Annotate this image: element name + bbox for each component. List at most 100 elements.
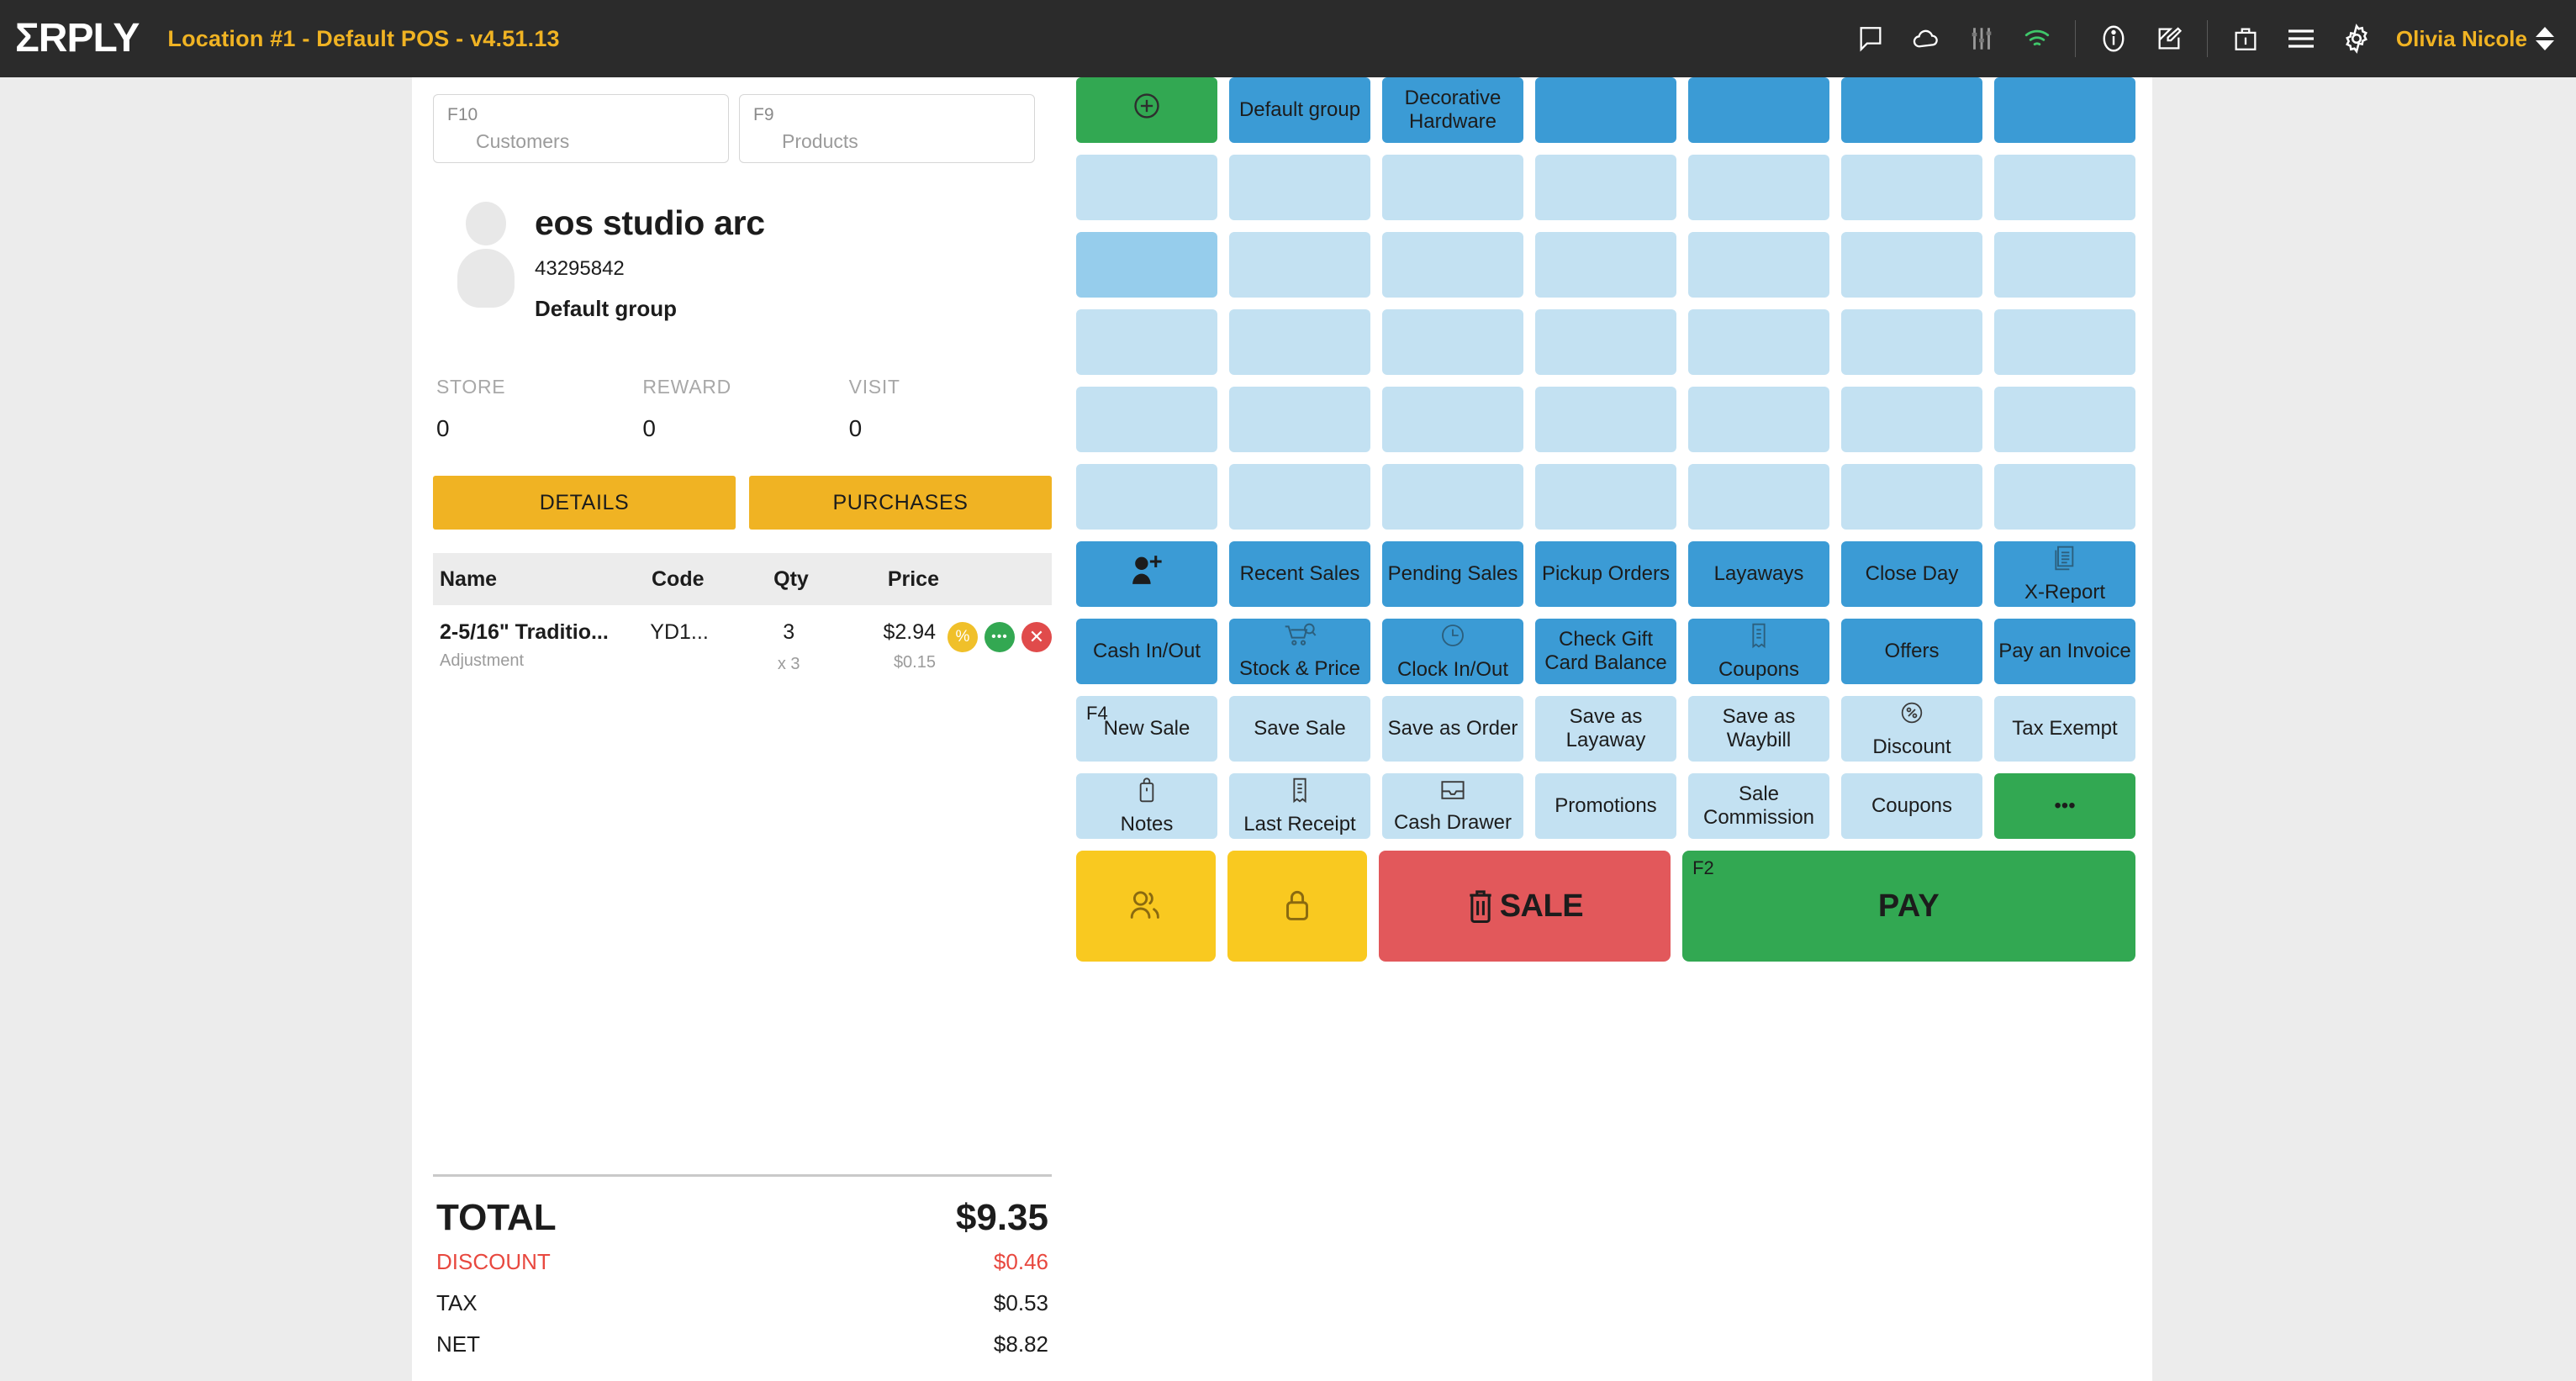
- pay-button[interactable]: F2 PAY: [1682, 851, 2136, 962]
- save-as-order-button[interactable]: Save as Order: [1382, 696, 1523, 762]
- product-slot[interactable]: [1535, 387, 1676, 452]
- product-slot[interactable]: [1229, 232, 1370, 298]
- recent-sales-button[interactable]: Recent Sales: [1229, 541, 1370, 607]
- product-slot[interactable]: [1535, 155, 1676, 220]
- pay-an-invoice-button[interactable]: Pay an Invoice: [1994, 619, 2135, 684]
- product-slot[interactable]: [1535, 464, 1676, 530]
- product-slot[interactable]: [1688, 464, 1829, 530]
- product-slot[interactable]: [1229, 309, 1370, 375]
- products-search-input[interactable]: F9 Products: [739, 94, 1035, 163]
- product-group-decorative-hardware[interactable]: Decorative Hardware: [1382, 77, 1523, 143]
- product-slot[interactable]: [1688, 232, 1829, 298]
- wifi-icon[interactable]: [2009, 0, 2065, 77]
- x-report-button[interactable]: X-Report: [1994, 541, 2135, 607]
- users-button[interactable]: [1076, 851, 1216, 962]
- more-pill-button[interactable]: •••: [984, 622, 1015, 652]
- user-dropdown-arrows[interactable]: [2536, 27, 2554, 50]
- product-slot[interactable]: [1382, 155, 1523, 220]
- product-row: [1076, 155, 2135, 220]
- briefcase-icon[interactable]: [2218, 0, 2273, 77]
- discount-pill-button[interactable]: %: [948, 622, 978, 652]
- product-slot[interactable]: [1841, 309, 1982, 375]
- product-slot[interactable]: [1688, 309, 1829, 375]
- stock-and-price-button[interactable]: Stock & Price: [1229, 619, 1370, 684]
- layaways-button[interactable]: Layaways: [1688, 541, 1829, 607]
- more-functions-button[interactable]: •••: [1994, 773, 2135, 839]
- product-slot[interactable]: [1535, 309, 1676, 375]
- product-slot[interactable]: [1229, 387, 1370, 452]
- void-sale-button[interactable]: SALE: [1378, 851, 1671, 962]
- product-slot[interactable]: [1076, 464, 1217, 530]
- product-slot[interactable]: [1994, 464, 2135, 530]
- close-day-button[interactable]: Close Day: [1841, 541, 1982, 607]
- stat-reward: REWARD 0: [642, 376, 848, 442]
- new-sale-button[interactable]: F4 New Sale: [1076, 696, 1217, 762]
- gear-icon[interactable]: [2329, 0, 2384, 77]
- sale-commission-button[interactable]: Sale Commission: [1688, 773, 1829, 839]
- lock-button[interactable]: [1227, 851, 1367, 962]
- product-slot[interactable]: [1382, 387, 1523, 452]
- product-slot[interactable]: [1688, 387, 1829, 452]
- product-slot-selected[interactable]: [1076, 232, 1217, 298]
- discount-button[interactable]: Discount: [1841, 696, 1982, 762]
- product-slot[interactable]: [1688, 155, 1829, 220]
- product-slot[interactable]: [1229, 464, 1370, 530]
- product-group-default[interactable]: Default group: [1229, 77, 1370, 143]
- menu-icon[interactable]: [2273, 0, 2329, 77]
- product-slot[interactable]: [1841, 464, 1982, 530]
- product-slot[interactable]: [1535, 232, 1676, 298]
- product-group-empty[interactable]: [1841, 77, 1982, 143]
- compose-icon[interactable]: [2141, 0, 2197, 77]
- sliders-icon[interactable]: [1954, 0, 2009, 77]
- details-button[interactable]: DETAILS: [433, 476, 736, 530]
- product-group-empty[interactable]: [1688, 77, 1829, 143]
- tax-exempt-button[interactable]: Tax Exempt: [1994, 696, 2135, 762]
- check-gift-card-balance-button[interactable]: Check Gift Card Balance: [1535, 619, 1676, 684]
- product-slot[interactable]: [1076, 309, 1217, 375]
- product-group-empty[interactable]: [1535, 77, 1676, 143]
- coupons-button[interactable]: Coupons: [1841, 773, 1982, 839]
- add-customer-button[interactable]: [1076, 541, 1217, 607]
- pending-sales-button[interactable]: Pending Sales: [1382, 541, 1523, 607]
- column-header-qty: Qty: [773, 567, 809, 591]
- chat-icon[interactable]: [1843, 0, 1898, 77]
- save-sale-button[interactable]: Save Sale: [1229, 696, 1370, 762]
- add-product-group-button[interactable]: [1076, 77, 1217, 143]
- product-slot[interactable]: [1382, 232, 1523, 298]
- user-name[interactable]: Olivia Nicole: [2396, 26, 2527, 52]
- net-value: $8.82: [993, 1331, 1048, 1357]
- last-receipt-label: Last Receipt: [1243, 812, 1356, 835]
- cash-drawer-button[interactable]: Cash Drawer: [1382, 773, 1523, 839]
- purchases-button[interactable]: PURCHASES: [749, 476, 1052, 530]
- cash-in-out-button[interactable]: Cash In/Out: [1076, 619, 1217, 684]
- table-row[interactable]: 2-5/16" Traditio... Adjustment YD1... 3 …: [433, 605, 1052, 674]
- product-slot[interactable]: [1229, 155, 1370, 220]
- cell-price: $2.94 $0.15: [836, 620, 936, 672]
- info-icon[interactable]: [2086, 0, 2141, 77]
- pickup-orders-button[interactable]: Pickup Orders: [1535, 541, 1676, 607]
- promotions-button[interactable]: Promotions: [1535, 773, 1676, 839]
- product-slot[interactable]: [1382, 464, 1523, 530]
- product-slot[interactable]: [1076, 387, 1217, 452]
- clock-in-out-button[interactable]: Clock In/Out: [1382, 619, 1523, 684]
- product-group-empty[interactable]: [1994, 77, 2135, 143]
- last-receipt-button[interactable]: Last Receipt: [1229, 773, 1370, 839]
- offers-button[interactable]: Offers: [1841, 619, 1982, 684]
- customers-search-input[interactable]: F10 Customers: [433, 94, 729, 163]
- product-slot[interactable]: [1994, 155, 2135, 220]
- product-slot[interactable]: [1076, 155, 1217, 220]
- save-as-layaway-button[interactable]: Save as Layaway: [1535, 696, 1676, 762]
- remove-pill-button[interactable]: ✕: [1021, 622, 1052, 652]
- save-as-waybill-button[interactable]: Save as Waybill: [1688, 696, 1829, 762]
- product-slot[interactable]: [1994, 309, 2135, 375]
- product-slot[interactable]: [1841, 232, 1982, 298]
- product-slot[interactable]: [1841, 387, 1982, 452]
- trash-icon: [1466, 887, 1495, 926]
- notes-button[interactable]: Notes: [1076, 773, 1217, 839]
- product-slot[interactable]: [1382, 309, 1523, 375]
- cloud-icon[interactable]: [1898, 0, 1954, 77]
- product-slot[interactable]: [1994, 387, 2135, 452]
- product-slot[interactable]: [1994, 232, 2135, 298]
- coupons-button[interactable]: Coupons: [1688, 619, 1829, 684]
- product-slot[interactable]: [1841, 155, 1982, 220]
